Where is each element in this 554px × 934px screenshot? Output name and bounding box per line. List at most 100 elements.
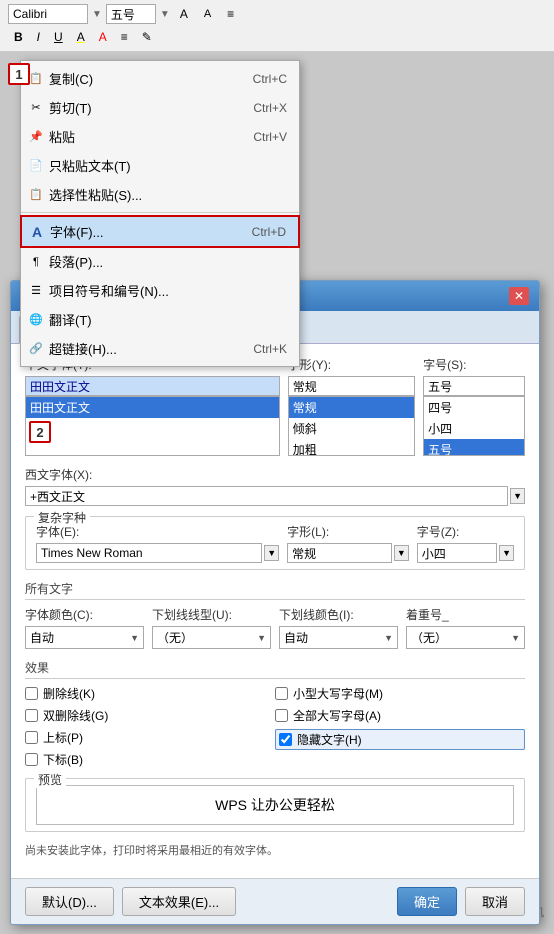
complex-font-input[interactable]	[36, 543, 262, 563]
cancel-button[interactable]: 取消	[465, 887, 525, 916]
strikethrough-checkbox[interactable]	[25, 687, 38, 700]
menu-item-copy[interactable]: 📋 复制(C) Ctrl+C	[21, 64, 299, 93]
menu-item-paragraph[interactable]: ¶ 段落(P)...	[21, 247, 299, 276]
cut-icon: ✂	[27, 99, 45, 117]
underline-style-label: 下划线线型(U):	[152, 606, 271, 623]
preview-text: WPS 让办公更轻松	[36, 785, 514, 825]
small-caps-checkbox[interactable]	[275, 687, 288, 700]
double-strikethrough-row: 双删除线(G)	[25, 707, 275, 724]
menu-item-translate[interactable]: 🌐 翻译(T)	[21, 305, 299, 334]
font-color-select[interactable]: 自动 ▼	[25, 626, 144, 649]
complex-size-input[interactable]	[417, 543, 497, 563]
superscript-checkbox[interactable]	[25, 731, 38, 744]
size-input[interactable]	[423, 376, 525, 396]
all-text-label: 所有文字	[25, 580, 525, 600]
listbox-style-regular[interactable]: 常规	[289, 397, 414, 418]
menu-paste-label: 粘贴	[49, 127, 253, 146]
listbox-size-xiaosi[interactable]: 小四	[424, 418, 524, 439]
complex-font-row: 字体(E): ▼ 字形(L): ▼ 字号(Z):	[36, 523, 514, 563]
underline-color-label: 下划线颜色(I):	[279, 606, 398, 623]
text-effect-button[interactable]: 文本效果(E)...	[122, 887, 236, 916]
double-strikethrough-label: 双删除线(G)	[43, 707, 108, 724]
toolbar-row-font: ▼ ▼ A A ≡	[8, 4, 546, 24]
listbox-item-chinese-1[interactable]: 田田文正文	[26, 397, 279, 418]
menu-item-cut[interactable]: ✂ 剪切(T) Ctrl+X	[21, 93, 299, 122]
menu-hyperlink-shortcut: Ctrl+K	[253, 342, 287, 356]
menu-separator-1	[21, 212, 299, 213]
all-caps-checkbox[interactable]	[275, 709, 288, 722]
font-color-arrow: ▼	[130, 633, 139, 643]
bold-button[interactable]: B	[8, 27, 29, 47]
ok-button[interactable]: 确定	[397, 887, 457, 916]
highlight-button[interactable]: A	[71, 27, 91, 47]
menu-cut-shortcut: Ctrl+X	[253, 101, 287, 115]
dialog-close-button[interactable]: ✕	[509, 287, 529, 305]
hidden-checkbox[interactable]	[279, 733, 292, 746]
footer-left: 默认(D)... 文本效果(E)...	[25, 887, 236, 916]
listbox-style-italic[interactable]: 倾斜	[289, 418, 414, 439]
effects-col-2: 小型大写字母(M) 全部大写字母(A) 3 隐藏文字(H)	[275, 685, 525, 768]
menu-item-paste[interactable]: 📌 粘贴 Ctrl+V	[21, 122, 299, 151]
underline-button[interactable]: U	[48, 27, 69, 47]
align-button[interactable]: ≡	[115, 27, 134, 47]
indent-button[interactable]: ≡	[221, 4, 240, 24]
emphasis-select-field: 着重号_ （无） ▼	[406, 606, 525, 649]
small-caps-label: 小型大写字母(M)	[293, 685, 383, 702]
style-listbox[interactable]: 常规 倾斜 加粗	[288, 396, 415, 456]
shrink-font-button[interactable]: A	[198, 5, 217, 23]
all-text-section: 所有文字 字体颜色(C): 自动 ▼ 下划线线型(U): （无） ▼	[25, 580, 525, 649]
menu-item-bullets[interactable]: ☰ 项目符号和编号(N)...	[21, 276, 299, 305]
more-format-button[interactable]: ✎	[136, 27, 158, 47]
complex-size-dropdown[interactable]: ▼	[499, 545, 514, 561]
menu-item-paste-text[interactable]: 📄 只粘贴文本(T)	[21, 151, 299, 180]
subscript-label: 下标(B)	[43, 751, 83, 768]
font-name-input[interactable]	[8, 4, 88, 24]
font-size-dropdown-icon[interactable]: ▼	[160, 9, 170, 20]
underline-color-select[interactable]: 自动 ▼	[279, 626, 398, 649]
double-strikethrough-checkbox[interactable]	[25, 709, 38, 722]
font-color-select-label: 字体颜色(C):	[25, 606, 144, 623]
menu-font-shortcut: Ctrl+D	[252, 225, 286, 239]
font-name-dropdown-icon[interactable]: ▼	[92, 9, 102, 20]
highlight-label: A	[77, 30, 85, 44]
style-label: 字形(Y):	[288, 356, 415, 373]
listbox-size-4[interactable]: 四号	[424, 397, 524, 418]
complex-font-dropdown[interactable]: ▼	[264, 545, 279, 561]
complex-style-dropdown[interactable]: ▼	[394, 545, 409, 561]
listbox-style-bold[interactable]: 加粗	[289, 439, 414, 456]
western-font-dropdown[interactable]: ▼	[510, 488, 525, 504]
size-listbox[interactable]: 四号 小四 五号	[423, 396, 525, 456]
underline-style-select[interactable]: （无） ▼	[152, 626, 271, 649]
emphasis-select[interactable]: （无） ▼	[406, 626, 525, 649]
size-field: 字号(S): 四号 小四 五号	[423, 356, 525, 456]
default-button[interactable]: 默认(D)...	[25, 887, 114, 916]
listbox-size-5[interactable]: 五号	[424, 439, 524, 456]
menu-item-paste-special[interactable]: 📋 选择性粘贴(S)...	[21, 180, 299, 209]
chinese-font-listbox[interactable]: 田田文正文	[25, 396, 280, 456]
superscript-row: 上标(P)	[25, 729, 275, 746]
underline-color-select-field: 下划线颜色(I): 自动 ▼	[279, 606, 398, 649]
complex-style-input[interactable]	[287, 543, 392, 563]
italic-button[interactable]: I	[31, 27, 46, 47]
subscript-row: 下标(B)	[25, 751, 275, 768]
menu-item-font[interactable]: A 字体(F)... Ctrl+D	[21, 216, 299, 247]
superscript-label: 上标(P)	[43, 729, 83, 746]
strikethrough-row: 删除线(K)	[25, 685, 275, 702]
style-input[interactable]	[288, 376, 415, 396]
font-note: 尚未安装此字体，打印时将采用最相近的有效字体。	[25, 842, 525, 858]
paste-icon: 📌	[27, 128, 45, 146]
dialog-body: 中文字体(T): 田田文正文 字形(Y): 常规 倾斜 加粗 字号(S):	[11, 344, 539, 878]
grow-font-button[interactable]: A	[174, 4, 194, 24]
western-font-input[interactable]	[25, 486, 508, 506]
effects-section: 删除线(K) 双删除线(G) 上标(P) 下标(B)	[25, 685, 525, 768]
menu-item-hyperlink[interactable]: 🔗 超链接(H)... Ctrl+K	[21, 334, 299, 363]
strikethrough-label: 删除线(K)	[43, 685, 95, 702]
subscript-checkbox[interactable]	[25, 753, 38, 766]
chinese-font-input[interactable]	[25, 376, 280, 396]
step-badge-1: 1	[8, 63, 30, 85]
font-color-button[interactable]: A	[93, 27, 113, 47]
font-size-input[interactable]	[106, 4, 156, 24]
menu-cut-label: 剪切(T)	[49, 98, 253, 117]
style-field: 字形(Y): 常规 倾斜 加粗	[288, 356, 415, 456]
footer-right: 确定 取消	[397, 887, 525, 916]
